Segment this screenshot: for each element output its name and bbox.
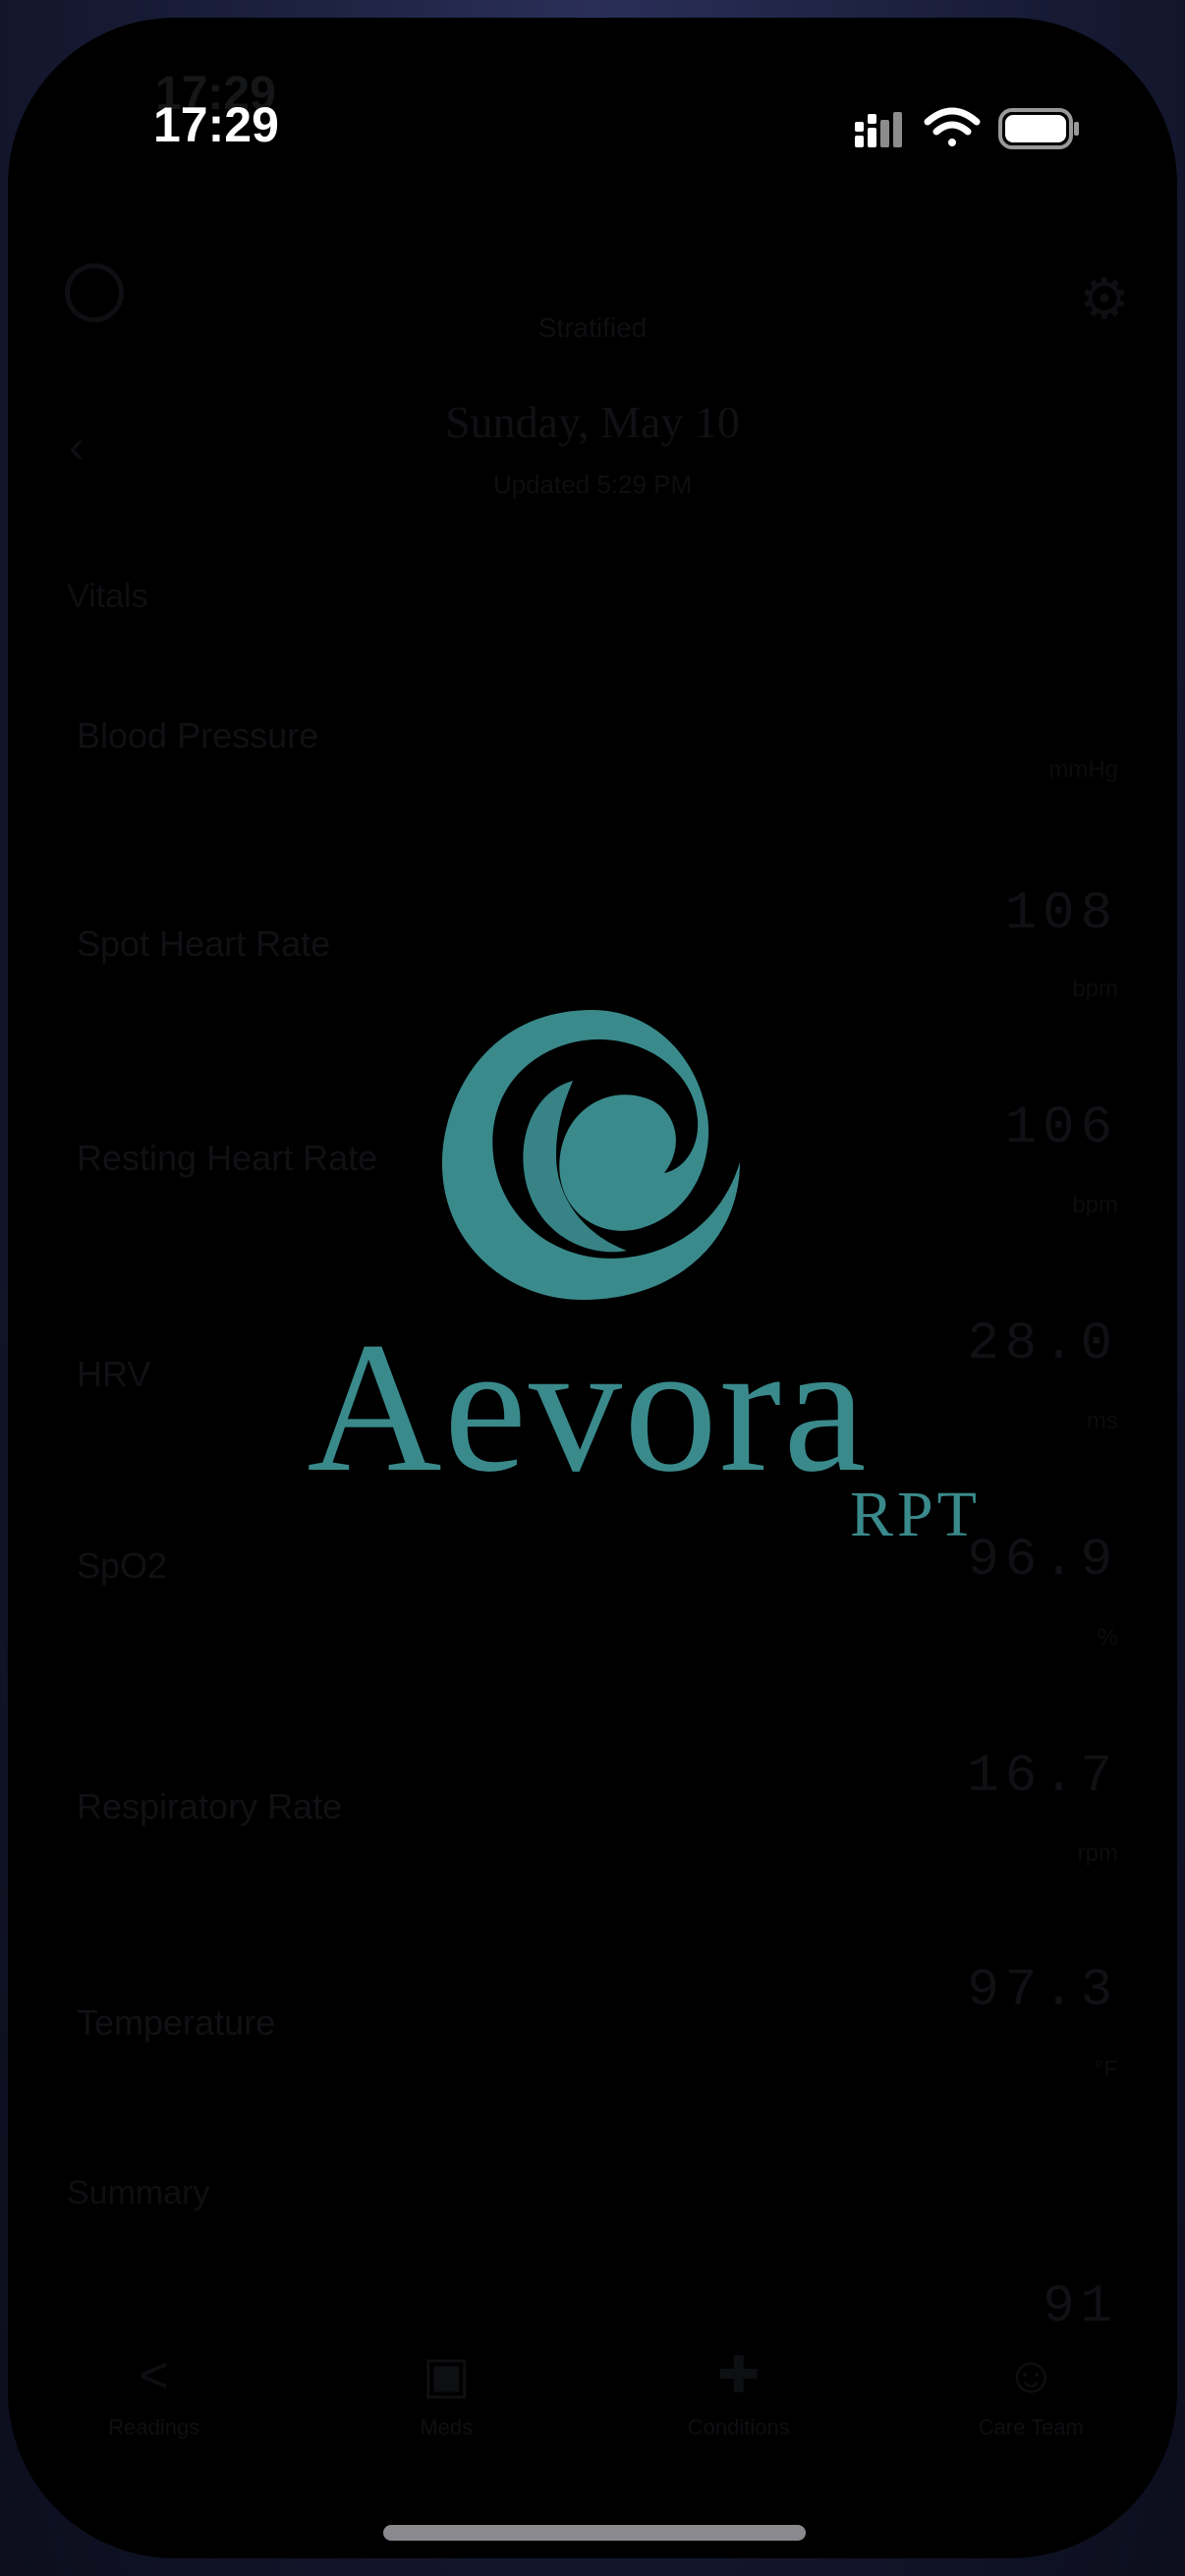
brand-tagline: RPT [850,1479,981,1550]
brand-wordmark: Aevora [307,1305,868,1511]
home-indicator[interactable] [383,2525,806,2541]
wave-emblem-icon [441,1010,740,1300]
aevora-splash-logo: Aevora RPT [307,1010,981,1550]
phone-screen: 17:29 Stratified ⚙ ‹ Sunday, May 10 Upda… [8,18,1177,2558]
